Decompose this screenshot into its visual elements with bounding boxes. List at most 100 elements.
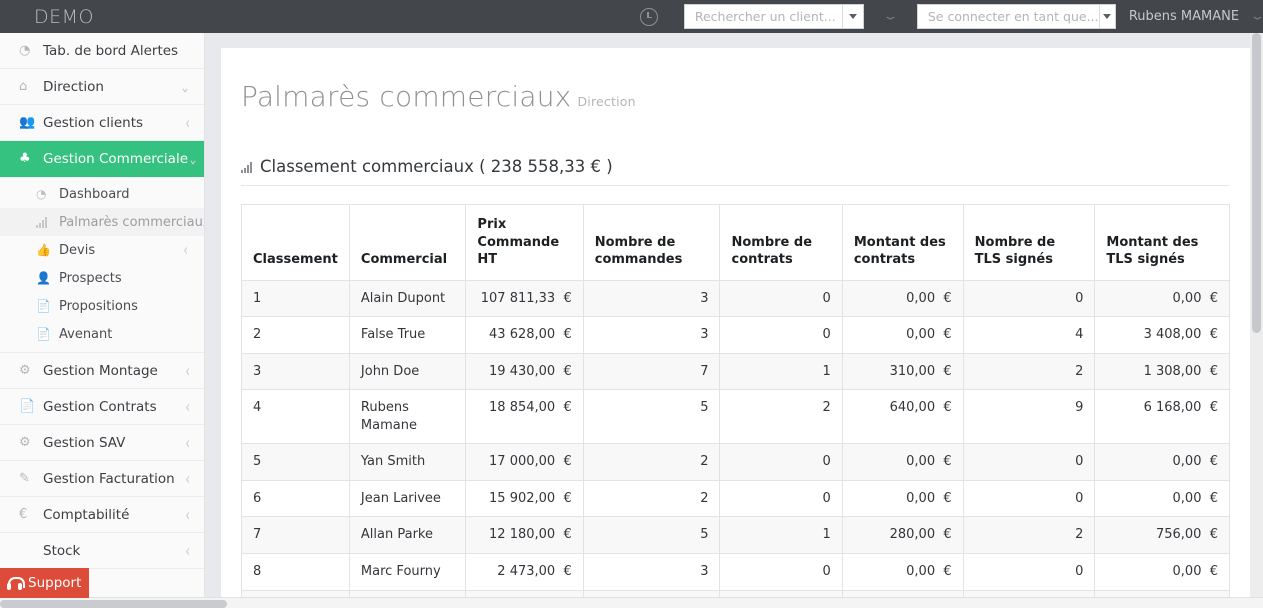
cell-nombre-de-commandes: 2 xyxy=(582,479,721,518)
client-search-input[interactable]: Rechercher un client... xyxy=(685,9,842,24)
header-right-tools: Rechercher un client... ⌄ Se connecter e… xyxy=(197,0,1263,33)
bar-chart-icon xyxy=(36,216,59,228)
cell-montant-des-contrats: 0,00 € xyxy=(841,316,964,354)
connect-as-input[interactable]: Se connecter en tant que... xyxy=(918,9,1099,24)
cell-nombre-de-tls-signes: 4 xyxy=(962,316,1096,354)
table-header: Classement Commercial Prix Commande HT N… xyxy=(241,204,1230,281)
table-row[interactable]: 8 Marc Fourny 2 473,00 €3 0 0,00 €0 0,00 € xyxy=(241,553,1230,591)
sidebar-item-gestion-facturation[interactable]: ✎ Gestion Facturation ‹ xyxy=(0,461,204,497)
gears-icon: ⚙ xyxy=(19,435,31,450)
cell-prix-commande-ht: 17 000,00 € xyxy=(465,443,584,481)
table-row[interactable]: 6 Jean Larivee 15 902,00 €2 0 0,00 €0 0,00 € xyxy=(241,479,1230,518)
sidebar-item-label: Gestion Commerciale xyxy=(43,150,188,167)
table-row[interactable]: 1 Alain Dupont 107 811,33 €3 0 0,00 €0 0,00 € xyxy=(241,279,1230,318)
chevron-left-icon: ‹ xyxy=(185,432,190,453)
sidebar-item-gestion-montage[interactable]: ⚙ Gestion Montage ‹ xyxy=(0,353,204,389)
cell-nombre-de-commandes: 7 xyxy=(582,352,721,391)
cell-commercial: Rubens Mamane xyxy=(348,389,467,445)
sidebar-item-tab-de-bord-alertes[interactable]: ◔ Tab. de bord Alertes xyxy=(0,33,204,69)
horizontal-scrollbar[interactable] xyxy=(0,597,1263,608)
cell-prix-commande-ht: 18 854,00 € xyxy=(465,389,584,445)
cell-prix-commande-ht: 19 430,00 € xyxy=(465,352,584,391)
cell-montant-des-contrats: 640,00 € xyxy=(841,389,964,445)
column-header-montant-des-tls-signes[interactable]: Montant des TLS signés xyxy=(1094,204,1230,281)
dashboard-icon: ◔ xyxy=(19,43,31,58)
sitemap-icon: ♣ xyxy=(19,151,31,166)
sidebar-item-prospects[interactable]: 👤 Prospects xyxy=(0,264,204,292)
sidebar-item-stock[interactable]: Stock ‹ xyxy=(0,533,204,569)
sidebar-item-gestion-clients[interactable]: 👥 Gestion clients ‹ xyxy=(0,105,204,141)
cell-prix-commande-ht: 43 628,00 € xyxy=(465,316,584,354)
connect-as-dropdown-toggle[interactable] xyxy=(1098,5,1115,28)
client-search-select[interactable]: Rechercher un client... xyxy=(683,4,864,29)
sidebar-item-gestion-sav[interactable]: ⚙ Gestion SAV ‹ xyxy=(0,425,204,461)
sidebar-item-avenant[interactable]: 📄 Avenant xyxy=(0,320,204,348)
clock-icon[interactable] xyxy=(639,7,658,26)
table-row[interactable]: 4 Rubens Mamane 18 854,00 €5 2 640,00 €9 6 16… xyxy=(241,389,1230,445)
table-body: 1 Alain Dupont 107 811,33 €3 0 0,00 €0 0,00 €… xyxy=(241,279,1230,608)
sidebar-item-label: Gestion clients xyxy=(43,114,144,131)
header-menu-toggle[interactable]: ⌄ xyxy=(864,9,917,24)
sidebar-item-devis[interactable]: 👍 Devis ‹ xyxy=(0,236,204,264)
column-header-commercial[interactable]: Commercial xyxy=(348,204,467,281)
sidebar-nav: ◔ Tab. de bord Alertes ⌂ Direction ⌄ 👥 G… xyxy=(0,33,205,608)
sidebar-item-label: Comptabilité xyxy=(43,506,130,523)
cell-commercial: Yan Smith xyxy=(348,443,467,481)
horizontal-scrollbar-thumb[interactable] xyxy=(0,600,227,608)
sidebar-item-label: Tab. de bord Alertes xyxy=(43,42,179,59)
cell-classement: 4 xyxy=(241,389,350,445)
page-title: Palmarès commerciaux Direction xyxy=(241,80,1230,113)
cell-commercial: John Doe xyxy=(348,352,467,391)
vertical-scrollbar-thumb[interactable] xyxy=(1252,33,1261,333)
cell-nombre-de-tls-signes: 0 xyxy=(962,553,1096,591)
cell-commercial: Allan Parke xyxy=(348,516,467,555)
cell-montant-des-contrats: 0,00 € xyxy=(841,553,964,591)
client-search-dropdown-toggle[interactable] xyxy=(841,5,863,28)
table-row[interactable]: 5 Yan Smith 17 000,00 €2 0 0,00 €0 0,00 € xyxy=(241,443,1230,481)
cell-prix-commande-ht: 107 811,33 € xyxy=(465,279,584,318)
sidebar-subitem-label: Prospects xyxy=(59,270,122,286)
sidebar-item-gestion-commerciale[interactable]: ♣ Gestion Commerciale ⌄ xyxy=(0,141,204,177)
user-menu[interactable]: Rubens MAMANE ⌄ xyxy=(1116,9,1263,24)
sidebar-item-palmares-commerciaux[interactable]: Palmarès commerciaux xyxy=(0,208,204,236)
cell-montant-des-tls-signes: 6 168,00 € xyxy=(1094,389,1230,445)
sidebar-item-propositions[interactable]: 📄 Propositions xyxy=(0,292,204,320)
chevron-left-icon: ‹ xyxy=(185,540,190,561)
cell-nombre-de-commandes: 3 xyxy=(582,279,721,318)
sidebar-item-label: Gestion Montage xyxy=(43,362,158,379)
support-button[interactable]: Support xyxy=(0,568,89,598)
chevron-left-icon: ‹ xyxy=(185,360,190,381)
sidebar-item-dashboard[interactable]: ◔ Dashboard xyxy=(0,180,204,208)
cell-montant-des-tls-signes: 3 408,00 € xyxy=(1094,316,1230,354)
headset-icon xyxy=(7,576,25,590)
sidebar-item-label: Gestion SAV xyxy=(43,434,126,451)
cell-classement: 5 xyxy=(241,443,350,481)
column-header-prix-commande-ht[interactable]: Prix Commande HT xyxy=(465,204,584,281)
connect-as-select[interactable]: Se connecter en tant que... xyxy=(916,4,1116,29)
section-header-classement: Classement commerciaux ( 238 558,33 € ) xyxy=(241,157,1230,186)
sidebar-item-gestion-contrats[interactable]: 📄 Gestion Contrats ‹ xyxy=(0,389,204,425)
thumbs-up-icon: 👍 xyxy=(36,243,51,257)
cell-nombre-de-commandes: 3 xyxy=(582,316,721,354)
sidebar-subitem-label: Propositions xyxy=(59,298,138,314)
cell-classement: 7 xyxy=(241,516,350,555)
column-header-nombre-de-commandes[interactable]: Nombre de commandes xyxy=(582,204,721,281)
column-header-montant-des-contrats[interactable]: Montant des contrats xyxy=(841,204,964,281)
column-header-classement[interactable]: Classement xyxy=(241,204,350,281)
brand-logo[interactable]: DEMO xyxy=(0,0,197,33)
table-row[interactable]: 2 False True 43 628,00 €3 0 0,00 €4 3 408,00 … xyxy=(241,316,1230,354)
column-header-nombre-de-tls-signes[interactable]: Nombre de TLS signés xyxy=(962,204,1096,281)
column-header-nombre-de-contrats[interactable]: Nombre de contrats xyxy=(719,204,843,281)
table-row[interactable]: 7 Allan Parke 12 180,00 €5 1 280,00 €2 756,00… xyxy=(241,516,1230,555)
vertical-scrollbar[interactable] xyxy=(1250,33,1263,608)
cell-montant-des-contrats: 280,00 € xyxy=(841,516,964,555)
table-row[interactable]: 3 John Doe 19 430,00 €7 1 310,00 €2 1 308,00 … xyxy=(241,352,1230,391)
cell-nombre-de-commandes: 3 xyxy=(582,553,721,591)
cell-nombre-de-contrats: 0 xyxy=(719,479,843,518)
sidebar-item-comptabilite[interactable]: € Comptabilité ‹ xyxy=(0,497,204,533)
users-icon: 👥 xyxy=(19,115,36,130)
caret-down-icon xyxy=(848,14,857,19)
sidebar-subitem-label: Palmarès commerciaux xyxy=(59,214,205,230)
classement-commerciaux-table: Classement Commercial Prix Commande HT N… xyxy=(241,204,1230,608)
sidebar-item-direction[interactable]: ⌂ Direction ⌄ xyxy=(0,69,204,105)
